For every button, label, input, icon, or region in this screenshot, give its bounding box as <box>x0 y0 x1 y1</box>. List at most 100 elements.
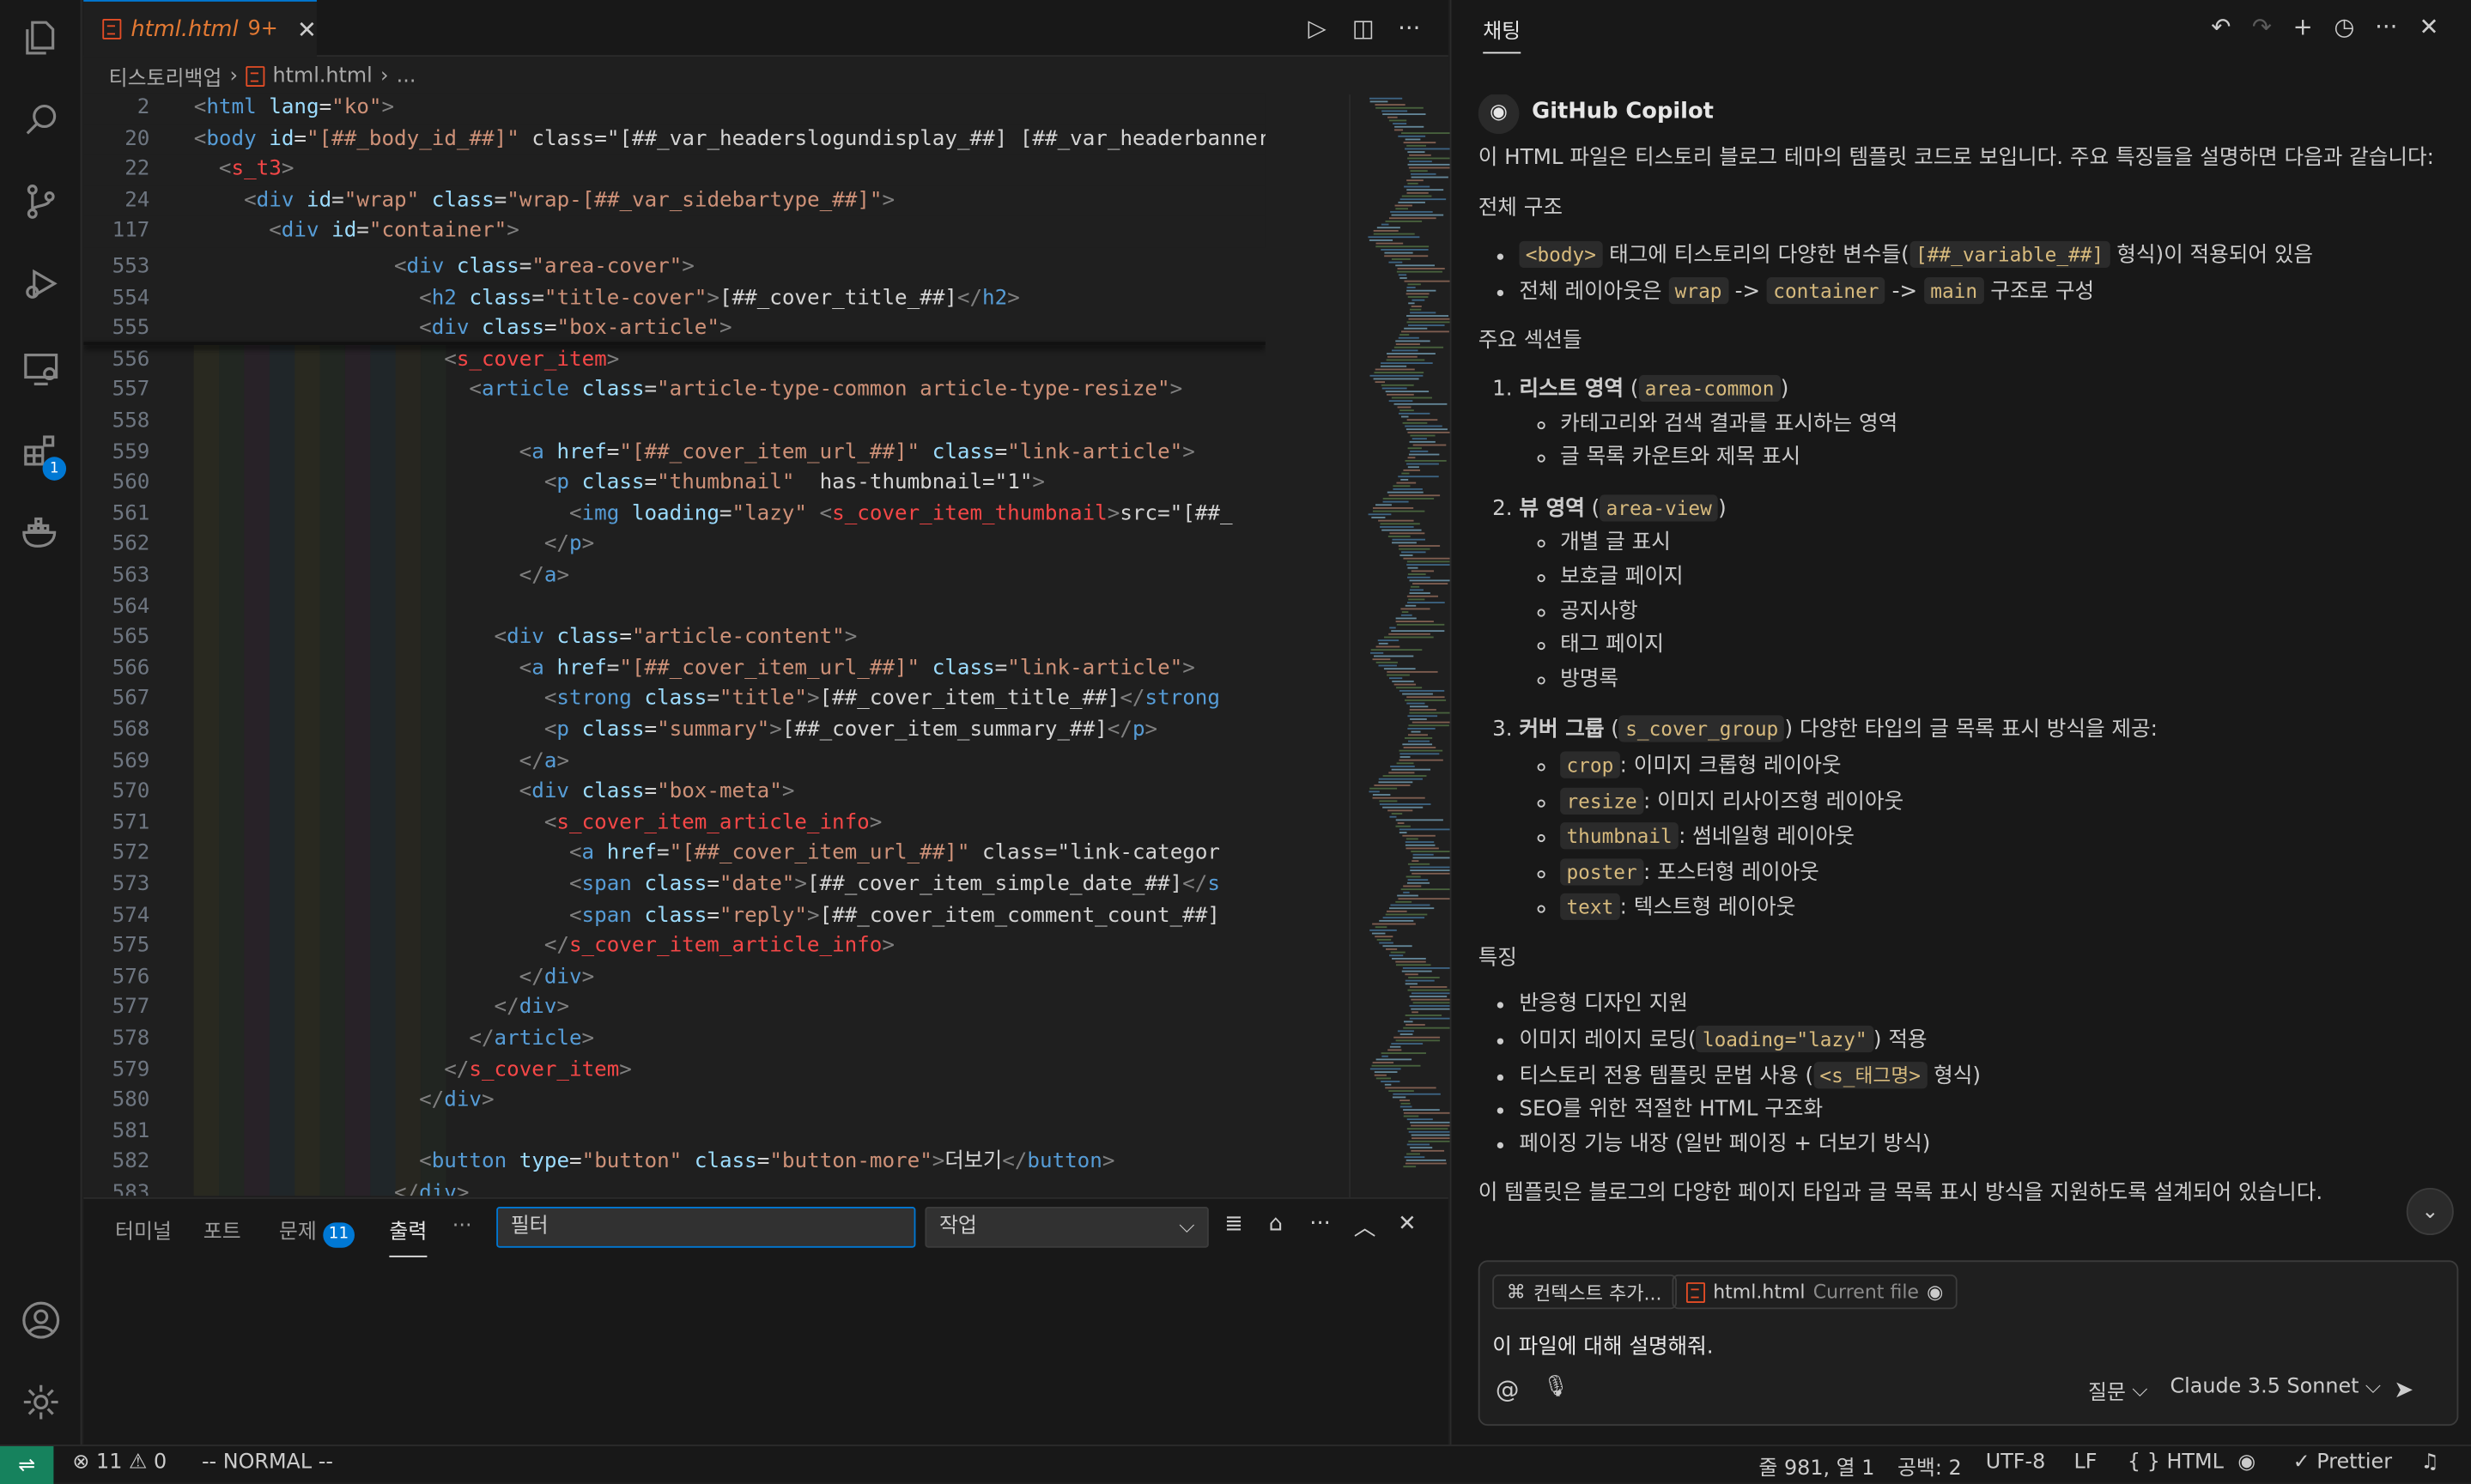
breadcrumb-folder[interactable]: 티스토리백업 <box>109 61 222 91</box>
code-line[interactable]: 554 <h2 class="title-cover">[##_cover_ti… <box>83 283 1266 314</box>
language-mode[interactable]: { } HTML <box>2128 1451 2224 1475</box>
remote-explorer-icon[interactable] <box>0 334 82 403</box>
tab-problems[interactable]: 문제 11 <box>279 1214 355 1248</box>
maximize-panel-icon[interactable]: ︿ <box>1354 1211 1376 1243</box>
tab-html-file[interactable]: html.html 9+ ✕ <box>83 0 317 58</box>
code-line[interactable]: 564 <box>83 591 1266 622</box>
code-line[interactable]: 562 </p> <box>83 530 1266 560</box>
end-of-line[interactable]: LF <box>2074 1451 2098 1475</box>
code-line[interactable]: 575 </s_cover_item_article_info> <box>83 931 1266 962</box>
code-line[interactable]: 570 <div class="box-meta"> <box>83 777 1266 808</box>
panel-more-icon[interactable]: ··· <box>452 1214 472 1239</box>
code-line[interactable]: 566 <a href="[##_cover_item_url_##]" cla… <box>83 653 1266 684</box>
code-editor[interactable]: 2 <html lang="ko"> 20 <body id="[##_body_id… <box>83 93 1266 1196</box>
chat-title[interactable]: 채팅 <box>1483 15 1521 54</box>
code-line[interactable]: 569 </a> <box>83 746 1266 777</box>
search-icon[interactable] <box>0 85 82 154</box>
sticky-line[interactable]: 22 <s_t3> <box>83 154 1266 186</box>
minimap-line <box>1400 478 1409 481</box>
code-line[interactable]: 559 <a href="[##_cover_item_url_##]" cla… <box>83 438 1266 469</box>
close-panel-icon[interactable]: ✕ <box>1398 1211 1417 1236</box>
minimap-line <box>1403 1027 1454 1029</box>
notifications-icon[interactable]: ♫ <box>2420 1451 2438 1475</box>
close-chat-icon[interactable]: ✕ <box>2419 13 2438 41</box>
remote-indicator[interactable]: ⇌ <box>0 1445 54 1484</box>
code-line[interactable]: 579 </s_cover_item> <box>83 1055 1266 1086</box>
minimap-line <box>1406 144 1427 147</box>
tab-ports[interactable]: 포트 <box>203 1214 241 1245</box>
extensions-icon[interactable]: 1 <box>0 416 82 486</box>
source-control-icon[interactable] <box>0 167 82 237</box>
copilot-status-icon[interactable]: ◉ <box>2237 1451 2255 1475</box>
history-icon[interactable]: ◷ <box>2334 13 2354 41</box>
sticky-line[interactable]: 2 <html lang="ko"> <box>83 93 1266 124</box>
code-line[interactable]: 557 <article class="article-type-common … <box>83 376 1266 407</box>
output-channel-select[interactable]: 작업 ⌵ <box>925 1206 1209 1248</box>
code-line[interactable]: 581 <box>83 1117 1266 1148</box>
settings-gear-icon[interactable] <box>0 1367 82 1437</box>
code-line[interactable]: 561 <img loading="lazy" <s_cover_item_th… <box>83 499 1266 530</box>
minimap-line <box>1410 170 1428 173</box>
microphone-icon[interactable]: 🎙 <box>1543 1375 1569 1399</box>
code-line[interactable]: 567 <strong class="title">[##_cover_item… <box>83 684 1266 715</box>
explorer-icon[interactable] <box>0 3 82 73</box>
more-actions-icon[interactable]: ··· <box>1398 13 1420 45</box>
panel-actions-icon[interactable]: ··· <box>1309 1211 1331 1236</box>
accounts-icon[interactable] <box>0 1286 82 1355</box>
run-icon[interactable]: ▷ <box>1308 13 1326 45</box>
docker-icon[interactable] <box>0 498 82 567</box>
code-line[interactable]: 583 </div> <box>83 1178 1266 1196</box>
minimap-line <box>1412 444 1447 446</box>
tab-output[interactable]: 출력 <box>389 1214 427 1257</box>
breadcrumb-file[interactable]: html.html <box>272 64 372 88</box>
minimap-line <box>1405 459 1447 462</box>
indentation[interactable]: 공백: 2 <box>1897 1451 1962 1481</box>
chat-prompt-text[interactable]: 이 파일에 대해 설명해줘. <box>1492 1328 1713 1360</box>
code-line[interactable]: 572 <a href="[##_cover_item_url_##]" cla… <box>83 839 1266 869</box>
lock-scroll-icon[interactable]: ⌂ <box>1269 1211 1283 1236</box>
run-debug-icon[interactable] <box>0 249 82 318</box>
code-line[interactable]: 573 <span class="date">[##_cover_item_si… <box>83 869 1266 900</box>
eye-icon[interactable]: ◉ <box>1927 1281 1943 1303</box>
tab-terminal[interactable]: 터미널 <box>115 1214 172 1245</box>
chat-input-box[interactable]: ⌘ 컨텍스트 추가... html.html Current file ◉ 이 파일에… <box>1478 1260 2459 1426</box>
clear-output-icon[interactable]: ≣ <box>1224 1211 1243 1236</box>
tab-close-icon[interactable]: ✕ <box>297 15 317 43</box>
code-line[interactable]: 578 </article> <box>83 1024 1266 1055</box>
code-line[interactable]: 560 <p class="thumbnail" has-thumbnail="… <box>83 468 1266 499</box>
code-line[interactable]: 553 <div class="area-cover"> <box>83 252 1266 283</box>
code-line[interactable]: 563 </a> <box>83 560 1266 591</box>
sticky-line[interactable]: 117 <div id="container"> <box>83 216 1266 248</box>
model-select[interactable]: Claude 3.5 Sonnet ⌵ <box>2170 1375 2380 1399</box>
undo-icon[interactable]: ↶ <box>2211 13 2231 41</box>
chat-more-icon[interactable]: ··· <box>2375 13 2397 41</box>
minimap-line <box>1393 683 1417 686</box>
code-line[interactable]: 580 </div> <box>83 1086 1266 1117</box>
mention-icon[interactable]: @ <box>1496 1375 1520 1403</box>
code-line[interactable]: 568 <p class="summary">[##_cover_item_su… <box>83 715 1266 746</box>
code-line[interactable]: 576 </div> <box>83 962 1266 993</box>
sticky-line[interactable]: 24 <div id="wrap" class="wrap-[##_var_si… <box>83 185 1266 217</box>
sticky-line[interactable]: 20 <body id="[##_body_id_##]" class="[##_… <box>83 124 1266 155</box>
add-context-button[interactable]: ⌘ 컨텍스트 추가... <box>1492 1274 1677 1310</box>
code-line[interactable]: 571 <s_cover_item_article_info> <box>83 808 1266 839</box>
prettier-status[interactable]: ✓ Prettier <box>2293 1451 2392 1475</box>
breadcrumb-symbol[interactable]: ... <box>397 64 416 88</box>
code-line[interactable]: 556 <s_cover_item> <box>83 345 1266 376</box>
split-editor-icon[interactable]: ◫ <box>1352 13 1375 45</box>
scroll-down-button[interactable]: ⌄ <box>2406 1187 2454 1236</box>
current-file-chip[interactable]: html.html Current file ◉ <box>1672 1274 1958 1310</box>
send-icon[interactable]: ➤ <box>2394 1375 2413 1403</box>
code-line[interactable]: 577 </div> <box>83 993 1266 1024</box>
mode-select[interactable]: 질문 ⌵ <box>2088 1375 2147 1405</box>
code-line[interactable]: 555 <div class="box-article"> <box>83 314 1266 345</box>
code-line[interactable]: 558 <box>83 407 1266 438</box>
code-line[interactable]: 565 <div class="article-content"> <box>83 622 1266 653</box>
new-chat-icon[interactable]: + <box>2293 13 2313 41</box>
output-filter-input[interactable]: 필터 <box>496 1206 916 1248</box>
cursor-position[interactable]: 줄 981, 열 1 <box>1758 1451 1874 1481</box>
problems-status[interactable]: ⊗ 11 ⚠ 0 <box>72 1451 167 1475</box>
code-line[interactable]: 574 <span class="reply">[##_cover_item_c… <box>83 900 1266 931</box>
code-line[interactable]: 582 <button type="button" class="button-… <box>83 1148 1266 1178</box>
encoding[interactable]: UTF-8 <box>1986 1451 2046 1475</box>
